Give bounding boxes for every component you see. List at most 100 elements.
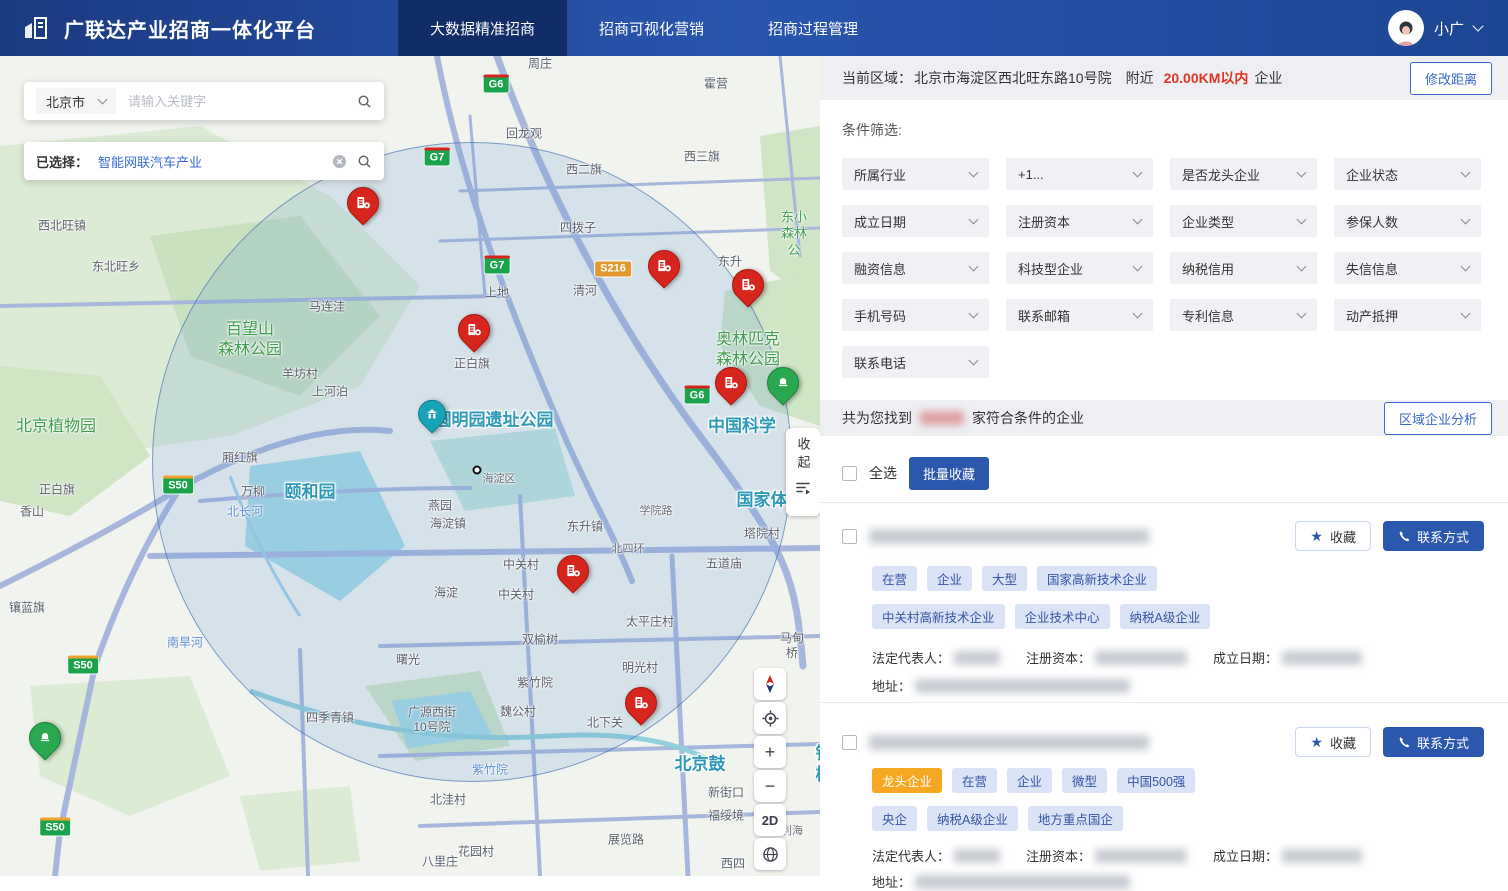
star-icon: ★ [1310, 734, 1323, 751]
filter-chip[interactable]: 融资信息 [842, 252, 989, 284]
map-label: 北四环 [612, 543, 645, 557]
company-checkbox[interactable] [842, 735, 857, 750]
company-tag: 国家高新技术企业 [1037, 566, 1157, 591]
filter-chip[interactable]: 失信信息 [1334, 252, 1481, 284]
filter-chip[interactable]: 参保人数 [1334, 205, 1481, 237]
address-label: 地址： [872, 872, 911, 891]
region-analysis-button[interactable]: 区域企业分析 [1384, 402, 1492, 435]
user-menu[interactable]: 小广 [1388, 0, 1482, 56]
company-tag: 企业 [1007, 768, 1052, 793]
green-pin-bulb [760, 360, 805, 405]
filter-chip[interactable]: 纳税信用 [1170, 252, 1317, 284]
company-pin[interactable] [625, 687, 657, 719]
map-canvas[interactable]: 周庄霍营回龙观西三旗西二旗四拨子西北旺镇东北旺乡上地清河东升马连洼百望山 森林公… [0, 56, 820, 876]
filter-chip[interactable]: 联系电话 [842, 346, 989, 378]
map-label: 香山 [20, 505, 44, 520]
panel-collapse-button[interactable]: 收起 [786, 428, 820, 516]
contact-button[interactable]: 联系方式 [1383, 727, 1484, 757]
company-pin[interactable] [557, 555, 589, 587]
blurred-value [1095, 849, 1187, 863]
filter-chip[interactable]: 动产抵押 [1334, 299, 1481, 331]
chevron-down-icon [969, 261, 979, 271]
company-pin[interactable] [732, 269, 764, 301]
selected-label: 已选择： [36, 152, 88, 171]
edit-distance-button[interactable]: 修改距离 [1410, 62, 1492, 95]
red-pin-bulb [708, 360, 753, 405]
map-label: 花园村 [458, 845, 494, 860]
map-label: 颐和园 [285, 481, 336, 502]
founded-date-label: 成立日期： [1213, 846, 1278, 865]
favorite-button[interactable]: ★ 收藏 [1295, 521, 1371, 551]
company-address-row: 地址： [872, 872, 1156, 891]
favorite-button[interactable]: ★ 收藏 [1295, 727, 1371, 757]
map-label: 魏公村 [500, 705, 536, 720]
filter-chip[interactable]: +1... [1006, 158, 1153, 190]
map-label: 双榆树 [522, 633, 558, 648]
filter-chip-label: 联系邮箱 [1018, 306, 1070, 325]
select-all-checkbox[interactable] [842, 466, 857, 481]
map-label: 回龙观 [506, 127, 542, 142]
chevron-down-icon[interactable] [1472, 20, 1483, 31]
search-icon[interactable] [357, 94, 372, 109]
contact-button[interactable]: 联系方式 [1383, 521, 1484, 551]
company-checkbox[interactable] [842, 529, 857, 544]
filter-chip[interactable]: 注册资本 [1006, 205, 1153, 237]
map-label: 塔院村 [744, 527, 780, 542]
map-label: 上河泊 [312, 385, 348, 400]
company-pin[interactable] [347, 187, 379, 219]
filter-chip[interactable]: 企业类型 [1170, 205, 1317, 237]
teal-landmark-pin[interactable] [418, 400, 446, 428]
map-label: 马甸桥 [778, 631, 806, 661]
clear-icon[interactable] [332, 154, 347, 169]
filter-chip-label: 注册资本 [1018, 212, 1070, 231]
company-tag: 地方重点国企 [1028, 806, 1123, 831]
compass-button[interactable] [754, 668, 786, 700]
green-landmark-pin[interactable] [29, 722, 61, 754]
list-collapse-icon [795, 480, 811, 496]
nav-tab[interactable]: 大数据精准招商 [398, 0, 567, 56]
region-address: 北京市海淀区西北旺东路10号院 [914, 68, 1112, 88]
keyword-input[interactable] [126, 93, 347, 110]
company-pin[interactable] [648, 250, 680, 282]
road-shield: G6 [483, 74, 510, 93]
company-pin[interactable] [458, 314, 490, 346]
filter-chip-label: 是否龙头企业 [1182, 165, 1260, 184]
zoom-in-button[interactable]: + [754, 736, 786, 768]
map-search-bar: 北京市 [24, 82, 384, 120]
filter-chip[interactable]: 科技型企业 [1006, 252, 1153, 284]
zoom-out-button[interactable]: − [754, 770, 786, 802]
map-label: 霍营 [704, 77, 728, 92]
filter-chip[interactable]: 专利信息 [1170, 299, 1317, 331]
green-landmark-pin[interactable] [767, 367, 799, 399]
filter-chip[interactable]: 所属行业 [842, 158, 989, 190]
map-2d-toggle[interactable]: 2D [754, 804, 786, 836]
chevron-down-icon [969, 167, 979, 177]
locate-button[interactable] [754, 702, 786, 734]
map-label: 明光村 [622, 661, 658, 676]
filter-chip-label: 联系电话 [854, 353, 906, 372]
filter-chip-label: +1... [1018, 167, 1044, 182]
filter-chip-label: 手机号码 [854, 306, 906, 325]
batch-favorite-button[interactable]: 批量收藏 [909, 457, 989, 490]
region-suffix: 企业 [1254, 68, 1282, 88]
filter-chip[interactable]: 成立日期 [842, 205, 989, 237]
filter-chip[interactable]: 是否龙头企业 [1170, 158, 1317, 190]
reg-capital-label: 注册资本： [1026, 846, 1091, 865]
nav-tab[interactable]: 招商可视化营销 [567, 0, 736, 56]
near-label: 附近 [1126, 68, 1154, 88]
chevron-down-icon [1297, 308, 1307, 318]
nav-tab[interactable]: 招商过程管理 [736, 0, 890, 56]
search-icon[interactable] [357, 154, 372, 169]
globe-button[interactable] [754, 838, 786, 870]
city-select[interactable]: 北京市 [36, 88, 116, 114]
company-pin[interactable] [715, 367, 747, 399]
tag-row: 中关村高新技术企业企业技术中心纳税A级企业 [872, 604, 1210, 629]
map-label: 西三旗 [684, 150, 720, 165]
filter-chip[interactable]: 手机号码 [842, 299, 989, 331]
chevron-down-icon [1297, 214, 1307, 224]
map-label: 紫竹院 [472, 763, 508, 778]
map-label: 正白旗 [39, 483, 75, 498]
filter-chip[interactable]: 企业状态 [1334, 158, 1481, 190]
map-label: 北长河 [227, 505, 263, 520]
filter-chip[interactable]: 联系邮箱 [1006, 299, 1153, 331]
